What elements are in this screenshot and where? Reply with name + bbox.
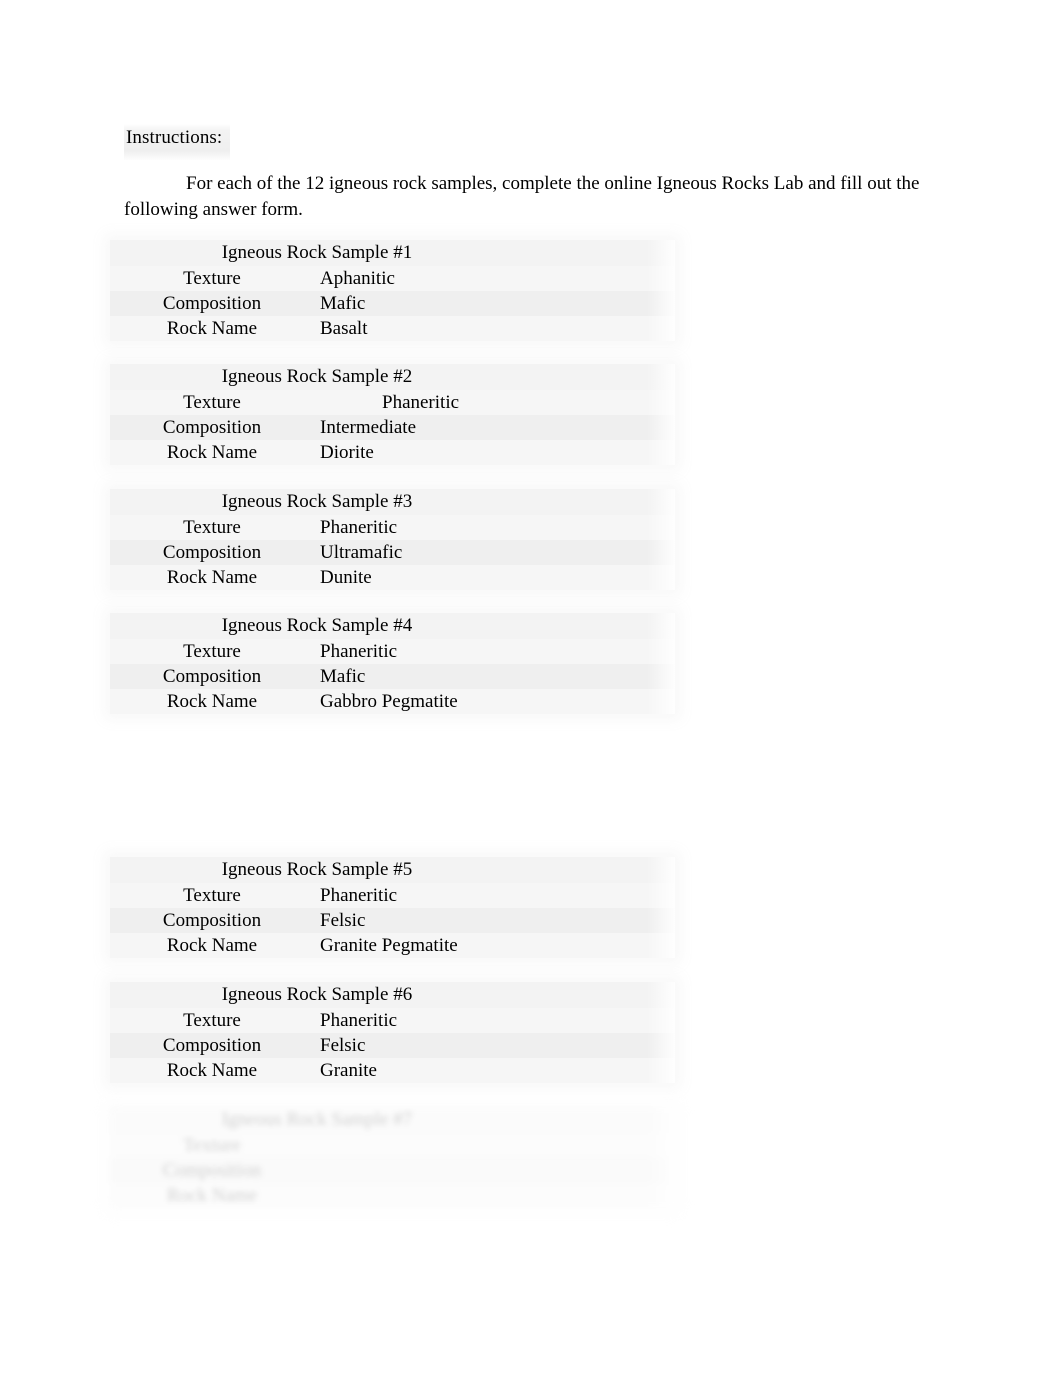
texture-label: Texture [183,268,241,289]
composition-label: Composition [162,1035,262,1056]
rock-name-label: Rock Name [166,935,258,956]
table-row: Texture Phaneritic [110,1008,675,1033]
texture-label: Texture [183,1135,241,1156]
sample-title: Igneous Rock Sample #6 [221,984,413,1005]
table-row: Texture [110,1133,675,1158]
table-row: Rock Name Dunite [110,565,675,590]
table-row: Composition Intermediate [110,415,675,440]
rock-name-label: Rock Name [166,318,258,339]
document-page: Instructions: For each of the 12 igneous… [0,0,1062,1377]
table-row: Rock Name Basalt [110,316,675,341]
table-row: Composition [110,1158,675,1183]
table-row: Texture Phaneritic [110,639,675,664]
texture-value: Phaneritic [320,641,398,662]
texture-value: Phaneritic [320,517,398,538]
table-row: Rock Name Gabbro Pegmatite [110,689,675,714]
sample-table-7: Igneous Rock Sample #7 Texture Compositi… [110,1107,675,1208]
composition-value: Felsic [320,910,366,931]
table-row: Texture Aphanitic [110,266,675,291]
rock-name-value: Gabbro Pegmatite [320,691,458,712]
sample-title: Igneous Rock Sample #7 [221,1109,413,1130]
composition-label: Composition [162,542,262,563]
texture-label: Texture [183,517,241,538]
sample-title: Igneous Rock Sample #1 [221,242,413,263]
composition-label: Composition [162,417,262,438]
sample-table-6: Igneous Rock Sample #6 Texture Phaneriti… [110,982,675,1083]
sample-table-1: Igneous Rock Sample #1 Texture Aphanitic… [110,240,675,341]
composition-value: Mafic [320,666,366,687]
sample-table-3: Igneous Rock Sample #3 Texture Phaneriti… [110,489,675,590]
texture-label: Texture [183,885,241,906]
table-row: Rock Name Granite Pegmatite [110,933,675,958]
sample-table-5: Igneous Rock Sample #5 Texture Phaneriti… [110,857,675,958]
texture-value: Aphanitic [320,268,395,289]
table-row: Composition Felsic [110,1033,675,1058]
instructions-heading: Instructions: [124,124,231,160]
table-title-row: Igneous Rock Sample #6 [110,982,675,1008]
texture-value: Phaneritic [320,1010,398,1031]
table-row: Composition Felsic [110,908,675,933]
composition-label: Composition [162,666,262,687]
sample-table-4: Igneous Rock Sample #4 Texture Phaneriti… [110,613,675,714]
texture-label: Texture [183,1010,241,1031]
composition-value: Mafic [320,293,366,314]
composition-value: Ultramafic [320,542,403,563]
rock-name-label: Rock Name [166,1060,258,1081]
rock-name-value: Basalt [320,318,368,339]
texture-label: Texture [183,641,241,662]
table-row: Rock Name Granite [110,1058,675,1083]
table-row: Composition Mafic [110,291,675,316]
table-row: Texture Phaneritic [110,390,675,415]
table-title-row: Igneous Rock Sample #1 [110,240,675,266]
table-title-row: Igneous Rock Sample #4 [110,613,675,639]
table-title-row: Igneous Rock Sample #7 [110,1107,675,1133]
rock-name-value: Dunite [320,567,372,588]
table-row: Rock Name [110,1183,675,1208]
instructions-paragraph: For each of the 12 igneous rock samples,… [124,173,920,220]
table-title-row: Igneous Rock Sample #2 [110,364,675,390]
sample-table-2: Igneous Rock Sample #2 Texture Phaneriti… [110,364,675,465]
table-row: Texture Phaneritic [110,883,675,908]
table-row: Composition Ultramafic [110,540,675,565]
composition-value: Felsic [320,1035,366,1056]
sample-title: Igneous Rock Sample #2 [221,366,413,387]
composition-value: Intermediate [320,417,417,438]
table-title-row: Igneous Rock Sample #3 [110,489,675,515]
sample-title: Igneous Rock Sample #5 [221,859,413,880]
texture-value: Phaneritic [320,885,398,906]
table-row: Composition Mafic [110,664,675,689]
rock-name-value: Granite Pegmatite [320,935,458,956]
rock-name-label: Rock Name [166,1185,258,1206]
table-row: Rock Name Diorite [110,440,675,465]
texture-value: Phaneritic [382,392,460,413]
composition-label: Composition [162,1160,262,1181]
sample-title: Igneous Rock Sample #4 [221,615,413,636]
composition-label: Composition [162,293,262,314]
texture-label: Texture [183,392,241,413]
sample-title: Igneous Rock Sample #3 [221,491,413,512]
rock-name-label: Rock Name [166,442,258,463]
rock-name-label: Rock Name [166,567,258,588]
table-row: Texture Phaneritic [110,515,675,540]
rock-name-value: Diorite [320,442,374,463]
table-title-row: Igneous Rock Sample #5 [110,857,675,883]
rock-name-label: Rock Name [166,691,258,712]
composition-label: Composition [162,910,262,931]
rock-name-value: Granite [320,1060,377,1081]
